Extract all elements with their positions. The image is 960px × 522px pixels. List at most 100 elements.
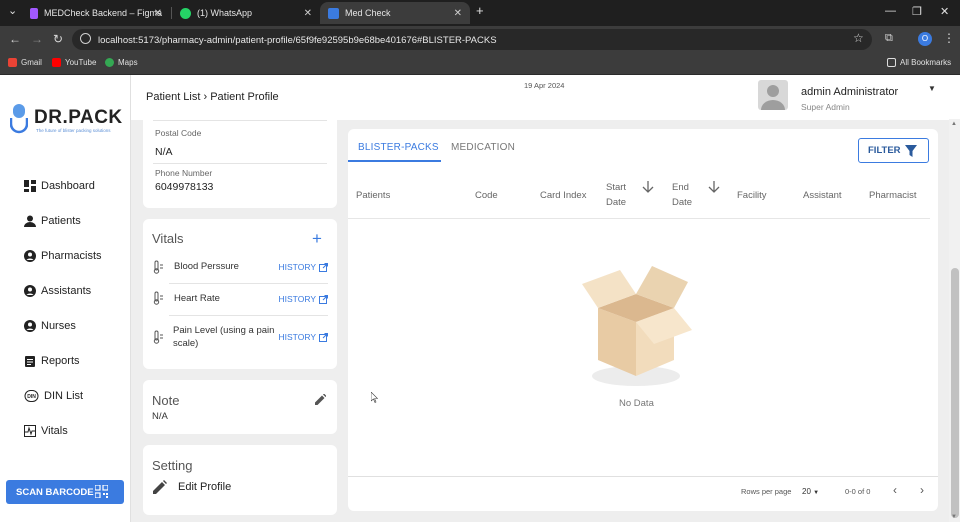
- history-link-heart-rate[interactable]: HISTORY: [279, 294, 328, 304]
- dropdown-caret-icon: ▼: [813, 490, 820, 496]
- edit-profile-link[interactable]: Edit Profile: [153, 480, 231, 494]
- external-link-icon: [319, 262, 328, 272]
- close-window-icon[interactable]: ✕: [940, 5, 949, 18]
- thermometer-icon: [153, 260, 163, 274]
- close-icon[interactable]: ✕: [154, 8, 162, 19]
- avatar[interactable]: [758, 80, 788, 110]
- vitals-icon: [24, 425, 36, 437]
- setting-card: Setting Edit Profile: [143, 445, 337, 515]
- pencil-icon: [153, 480, 167, 494]
- breadcrumb[interactable]: Patient List › Patient Profile: [146, 91, 279, 103]
- folder-icon: [887, 58, 896, 67]
- svg-text:DIN: DIN: [27, 394, 36, 400]
- sidebar-item-nurses[interactable]: Nurses: [24, 320, 76, 332]
- vital-row-pain-level: Pain Level (using a pain scale) HISTORY: [152, 322, 330, 352]
- postal-code-label: Postal Code: [155, 128, 202, 138]
- sidebar-item-patients[interactable]: Patients: [24, 215, 81, 227]
- column-header-end-date[interactable]: End Date: [672, 180, 700, 210]
- maps-icon: [105, 58, 114, 67]
- column-header-patients[interactable]: Patients: [356, 188, 390, 203]
- thermometer-icon: [153, 291, 163, 305]
- vitals-card: Vitals + Blood Perssure HISTORY Heart Ra…: [143, 219, 337, 369]
- bookmark-maps[interactable]: Maps: [105, 58, 138, 67]
- maximize-icon[interactable]: ❐: [912, 5, 922, 18]
- vital-label: Heart Rate: [174, 293, 220, 304]
- sort-arrow-down-icon[interactable]: [708, 181, 720, 193]
- sidebar-item-pharmacists[interactable]: Pharmacists: [24, 250, 102, 262]
- no-data-text: No Data: [619, 398, 654, 409]
- figma-icon: [30, 7, 38, 19]
- rows-per-page-select[interactable]: 20 ▼: [802, 487, 819, 496]
- tab-search-icon[interactable]: ⌄: [8, 4, 17, 17]
- postal-code-value: N/A: [155, 146, 173, 158]
- browser-tab-strip: ⌄ MEDCheck Backend – Figma ✕ (1) WhatsAp…: [0, 0, 960, 26]
- back-icon[interactable]: ←: [9, 32, 21, 46]
- menu-icon[interactable]: ⋮: [943, 31, 955, 45]
- history-link-pain-level[interactable]: HISTORY: [279, 332, 328, 342]
- filter-button[interactable]: FILTER: [858, 138, 929, 163]
- all-bookmarks[interactable]: All Bookmarks: [887, 58, 951, 67]
- user-menu-caret-icon[interactable]: ▼: [928, 84, 936, 93]
- empty-box-icon: [582, 266, 692, 386]
- mouse-cursor-icon: [371, 392, 378, 403]
- rows-per-page-label: Rows per page: [741, 487, 792, 496]
- scroll-down-icon[interactable]: ▼: [951, 514, 957, 520]
- bookmark-gmail[interactable]: Gmail: [8, 58, 42, 67]
- pharmacist-icon: [24, 250, 36, 262]
- extensions-icon[interactable]: ⧉: [885, 32, 893, 45]
- tab-medication[interactable]: MEDICATION: [451, 142, 515, 153]
- column-header-facility[interactable]: Facility: [737, 188, 767, 203]
- sidebar-item-dashboard[interactable]: Dashboard: [24, 180, 95, 192]
- history-link-blood-pressure[interactable]: HISTORY: [279, 262, 328, 272]
- close-icon[interactable]: ✕: [454, 8, 462, 19]
- next-page-icon[interactable]: ›: [920, 483, 924, 497]
- column-header-assistant[interactable]: Assistant: [803, 188, 842, 203]
- browser-tab-medcheck[interactable]: Med Check ✕: [320, 2, 470, 24]
- current-date: 19 Apr 2024: [524, 81, 565, 90]
- scrollbar-thumb[interactable]: [951, 268, 959, 518]
- top-header: Patient List › Patient Profile 19 Apr 20…: [131, 75, 960, 120]
- sidebar-item-vitals[interactable]: Vitals: [24, 425, 68, 437]
- logo-tagline: The future of blister packing solutions: [36, 128, 111, 133]
- column-header-code[interactable]: Code: [475, 188, 498, 203]
- site-info-icon[interactable]: [80, 33, 91, 44]
- browser-tab-figma[interactable]: MEDCheck Backend – Figma ✕: [22, 2, 170, 24]
- logo-icon: [10, 104, 28, 134]
- user-name: admin Administrator: [801, 86, 899, 98]
- table-footer-divider: [348, 476, 938, 477]
- minimize-icon[interactable]: —: [885, 5, 896, 17]
- sidebar-item-reports[interactable]: Reports: [24, 355, 80, 367]
- column-header-card-index[interactable]: Card Index: [540, 188, 586, 203]
- add-vital-icon[interactable]: +: [312, 230, 322, 247]
- previous-page-icon[interactable]: ‹: [893, 483, 897, 497]
- external-link-icon: [319, 294, 328, 304]
- gmail-icon: [8, 58, 17, 67]
- new-tab-icon[interactable]: +: [476, 3, 484, 18]
- bookmark-youtube[interactable]: YouTube: [52, 58, 96, 67]
- note-value: N/A: [152, 411, 168, 422]
- qr-code-icon: [95, 485, 108, 498]
- edit-note-icon[interactable]: [315, 394, 326, 405]
- column-header-start-date[interactable]: Start Date: [606, 180, 636, 210]
- sidebar-item-din-list[interactable]: DIN DIN List: [24, 390, 83, 402]
- table-header-divider: [348, 218, 930, 219]
- medcheck-icon: [328, 7, 339, 19]
- forward-icon[interactable]: →: [31, 32, 43, 46]
- scroll-up-icon[interactable]: ▲: [951, 121, 957, 127]
- close-icon[interactable]: ✕: [304, 8, 312, 19]
- scan-barcode-button[interactable]: SCAN BARCODE: [6, 480, 124, 504]
- profile-avatar[interactable]: O: [918, 32, 932, 46]
- column-header-pharmacist[interactable]: Pharmacist: [869, 188, 917, 203]
- browser-tab-whatsapp[interactable]: (1) WhatsApp ✕: [172, 2, 320, 24]
- reload-icon[interactable]: ↻: [53, 32, 63, 46]
- sort-arrow-down-icon[interactable]: [642, 181, 654, 193]
- tab-blister-packs[interactable]: BLISTER-PACKS: [358, 142, 439, 153]
- note-title: Note: [152, 393, 180, 408]
- youtube-icon: [52, 58, 61, 67]
- url-text: localhost:5173/pharmacy-admin/patient-pr…: [98, 35, 497, 46]
- content-tabs: BLISTER-PACKS MEDICATION FILTER: [348, 129, 938, 164]
- bookmark-star-icon[interactable]: ☆: [853, 31, 864, 45]
- phone-number-label: Phone Number: [155, 168, 213, 178]
- assistant-icon: [24, 285, 36, 297]
- sidebar-item-assistants[interactable]: Assistants: [24, 285, 91, 297]
